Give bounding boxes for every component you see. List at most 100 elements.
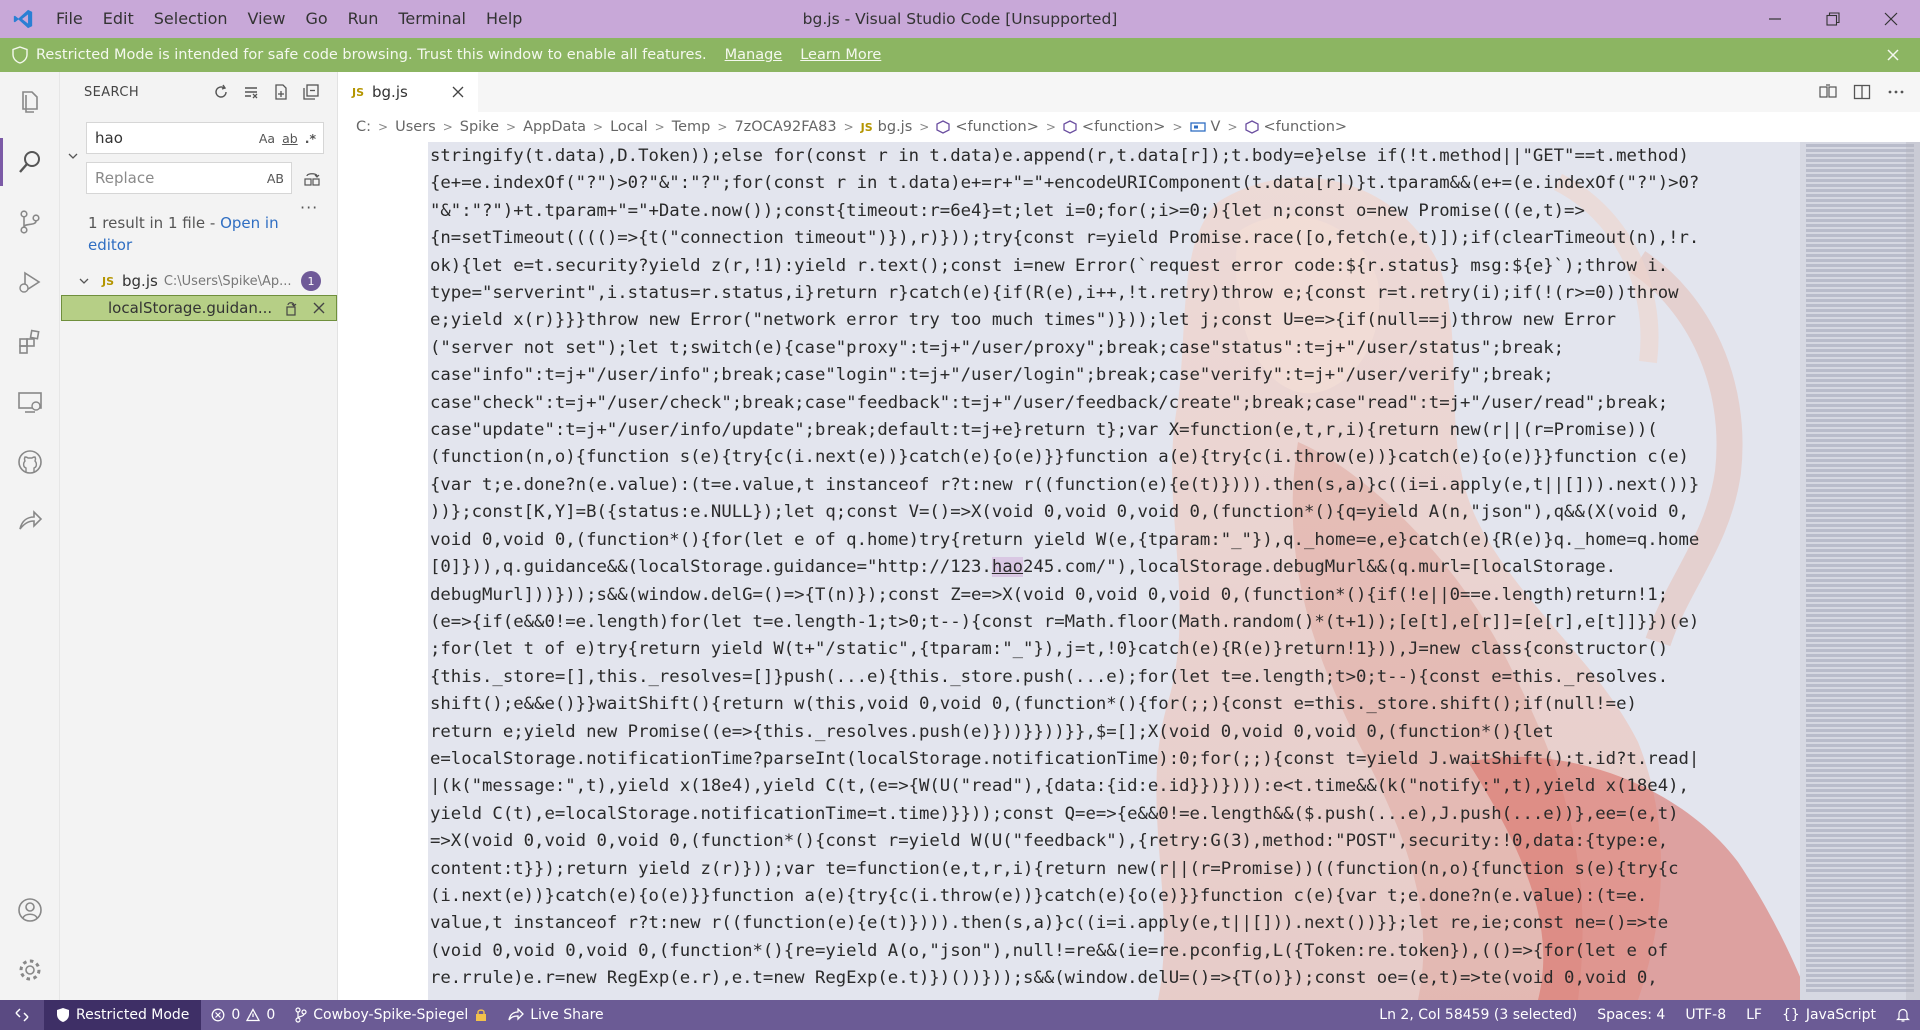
tab-bg-js[interactable]: JS bg.js — [338, 72, 478, 112]
live-share-icon[interactable] — [0, 492, 60, 552]
new-search-editor-icon[interactable] — [269, 80, 293, 104]
javascript-file-icon: JS — [860, 120, 873, 134]
minimap-line — [1806, 174, 1914, 177]
breadcrumb-item[interactable]: AppData — [523, 119, 586, 135]
minimap-line — [1806, 924, 1914, 927]
refresh-icon[interactable] — [209, 80, 233, 104]
replace-match-icon[interactable] — [280, 297, 302, 319]
search-input[interactable]: hao Aa ab .* — [86, 122, 324, 154]
code-line: shift();e&&e()}}waitShift(){return w(thi… — [430, 694, 1637, 715]
minimap-line — [1806, 359, 1914, 362]
menu-edit[interactable]: Edit — [93, 0, 144, 38]
window-controls — [1746, 0, 1920, 38]
replace-all-icon[interactable] — [300, 167, 324, 191]
collapse-all-icon[interactable] — [299, 80, 323, 104]
minimap-line — [1806, 429, 1914, 432]
code-line: =>X(void 0,void 0,void 0,(function*(){co… — [430, 831, 1669, 852]
menu-run[interactable]: Run — [338, 0, 389, 38]
source-control-icon[interactable] — [0, 192, 60, 252]
github-icon[interactable] — [0, 432, 60, 492]
encoding-status[interactable]: UTF-8 — [1675, 1007, 1736, 1023]
match-whole-word-toggle[interactable]: ab — [282, 131, 298, 146]
minimap-line — [1806, 989, 1914, 992]
breadcrumb-item[interactable]: V — [1211, 119, 1221, 135]
minimap[interactable] — [1800, 142, 1920, 1000]
chevron-down-icon[interactable] — [78, 275, 96, 287]
minimap-line — [1806, 259, 1914, 262]
manage-gear-icon[interactable] — [0, 940, 60, 1000]
breadcrumb-item[interactable]: <function> — [955, 119, 1039, 135]
minimap-line — [1806, 534, 1914, 537]
minimap-line — [1806, 794, 1914, 797]
language-mode[interactable]: {} JavaScript — [1772, 1007, 1886, 1023]
cursor-position[interactable]: Ln 2, Col 58459 (3 selected) — [1369, 1007, 1587, 1023]
minimap-line — [1806, 864, 1914, 867]
breadcrumb-item[interactable]: 7zOCA92FA83 — [734, 119, 836, 135]
menu-terminal[interactable]: Terminal — [388, 0, 476, 38]
breadcrumb-item[interactable]: bg.js — [878, 119, 913, 135]
breadcrumb-item[interactable]: <function> — [1082, 119, 1166, 135]
code-line: ok){let e=t.security?yield z(r,!1):yield… — [430, 255, 1669, 276]
breadcrumb-item[interactable]: Spike — [460, 119, 499, 135]
remote-explorer-icon[interactable] — [0, 372, 60, 432]
vscode-logo-icon — [4, 0, 42, 38]
code-line: content:t}});return yield z(r)}));var te… — [430, 858, 1679, 879]
breadcrumb-item[interactable]: Users — [395, 119, 436, 135]
notifications-bell-icon[interactable] — [1886, 1007, 1920, 1023]
restore-button[interactable] — [1804, 0, 1862, 38]
search-icon[interactable] — [0, 132, 60, 192]
minimap-line — [1806, 569, 1914, 572]
search-match-row[interactable]: localStorage.guidan... — [61, 295, 337, 321]
restricted-mode-status[interactable]: Restricted Mode — [44, 1000, 202, 1030]
minimap-line — [1806, 719, 1914, 722]
explorer-icon[interactable] — [0, 72, 60, 132]
extensions-icon[interactable] — [0, 312, 60, 372]
minimap-line — [1806, 309, 1914, 312]
code-line-suffix: 245.com/"),localStorage.debugMurl&&(q.mu… — [1023, 557, 1617, 578]
minimap-line — [1806, 589, 1914, 592]
problems-status[interactable]: 0 0 — [201, 1007, 285, 1023]
toggle-replace-chevron-icon[interactable] — [64, 147, 82, 165]
clear-results-icon[interactable] — [239, 80, 263, 104]
manage-link[interactable]: Manage — [725, 47, 783, 63]
accounts-icon[interactable] — [0, 880, 60, 940]
match-case-toggle[interactable]: Aa — [259, 131, 275, 146]
learn-more-link[interactable]: Learn More — [800, 47, 881, 63]
minimap-line — [1806, 859, 1914, 862]
menu-view[interactable]: View — [238, 0, 296, 38]
minimap-line — [1806, 919, 1914, 922]
chevron-right-icon: > — [593, 120, 604, 134]
breadcrumb-item[interactable]: <function> — [1264, 119, 1348, 135]
indentation-status[interactable]: Spaces: 4 — [1587, 1007, 1675, 1023]
remote-indicator-icon[interactable] — [0, 1000, 44, 1030]
minimize-button[interactable] — [1746, 0, 1804, 38]
minimap-line — [1806, 624, 1914, 627]
breadcrumb-item[interactable]: Local — [610, 119, 648, 135]
dismiss-match-icon[interactable] — [308, 297, 330, 319]
vertical-scrollbar[interactable] — [1906, 142, 1920, 1000]
run-debug-icon[interactable] — [0, 252, 60, 312]
split-editor-icon[interactable] — [1850, 80, 1874, 104]
breadcrumb: C: > Users > Spike > AppData > Local > Temp > … — [338, 112, 1920, 142]
breadcrumb-item[interactable]: Temp — [672, 119, 711, 135]
more-actions-icon[interactable] — [1884, 80, 1908, 104]
eol-status[interactable]: LF — [1736, 1007, 1772, 1023]
menu-file[interactable]: File — [46, 0, 93, 38]
close-window-button[interactable] — [1862, 0, 1920, 38]
breadcrumb-item[interactable]: C: — [356, 119, 371, 135]
live-share-status[interactable]: Live Share — [498, 1007, 613, 1023]
menu-selection[interactable]: Selection — [144, 0, 238, 38]
code-editor[interactable]: stringify(t.data),D.Token));else for(con… — [338, 142, 1920, 1000]
close-icon[interactable] — [1882, 44, 1904, 66]
result-file-row[interactable]: JS bg.js C:\Users\Spike\Ap... 1 — [60, 268, 337, 294]
code-line: case"check":t=j+"/user/check";break;case… — [430, 392, 1669, 413]
close-tab-icon[interactable] — [452, 86, 464, 98]
use-regex-toggle[interactable]: .* — [305, 131, 316, 146]
open-changes-icon[interactable] — [1816, 80, 1840, 104]
preserve-case-toggle[interactable]: AB — [267, 171, 284, 186]
menu-go[interactable]: Go — [295, 0, 337, 38]
menu-help[interactable]: Help — [476, 0, 532, 38]
chevron-right-icon: > — [1172, 120, 1183, 134]
replace-input[interactable]: Replace AB — [86, 162, 292, 194]
branch-status[interactable]: Cowboy-Spike-Spiegel — [285, 1007, 498, 1023]
